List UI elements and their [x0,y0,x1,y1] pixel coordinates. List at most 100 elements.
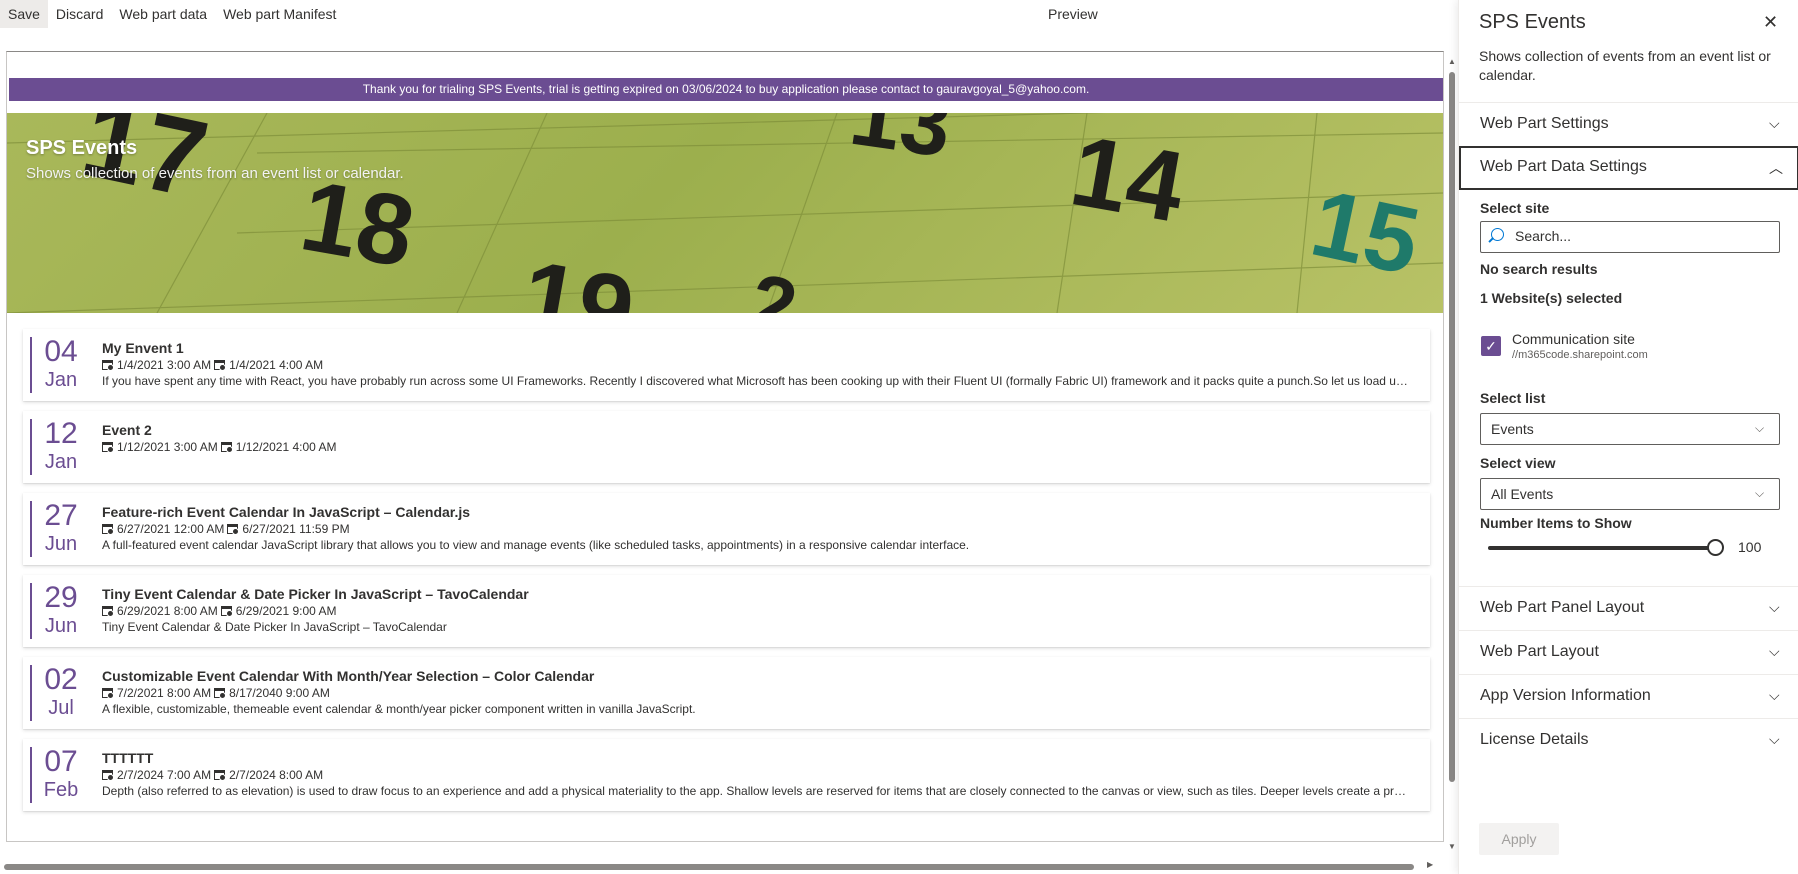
event-day: 27 [44,499,78,532]
group-label: Web Part Layout [1480,643,1599,660]
pane-title: SPS Events [1479,11,1586,33]
calendar-icon [220,442,233,453]
chevron-down-icon: ⌵ [1755,486,1765,500]
scroll-up-icon[interactable]: ▲ [1448,57,1456,66]
calendar-icon [102,606,114,617]
calendar-icon [102,442,114,453]
site-checkbox[interactable]: ✓ [1481,336,1501,356]
svg-text:2: 2 [744,257,803,313]
event-card[interactable]: 27 Jun Feature-rich Event Calendar In Java… [23,493,1430,565]
event-month: Jun [44,615,78,637]
event-end: 8/17/2040 9:00 AM [229,686,330,700]
event-time: 1/4/2021 3:00 AM 1/4/2021 4:00 AM [102,358,323,372]
pane-description: Shows collection of events from an event… [1479,48,1771,83]
hero-title: SPS Events [26,137,138,159]
event-end: 1/4/2021 4:00 AM [229,358,324,372]
calendar-icon [214,688,227,699]
event-end: 6/27/2021 11:59 PM [242,522,350,536]
calendar-icon [102,524,114,535]
date-accent-bar [30,665,32,721]
event-start: 6/27/2021 12:00 AM [117,522,225,536]
event-card[interactable]: 07 Feb TTTTTT 2/7/2024 7:00 AM 2/7/2024 8:00… [23,739,1430,811]
event-card[interactable]: 12 Jan Event 2 1/12/2021 3:00 AM 1/12/2021 4… [23,411,1430,483]
save-button[interactable]: Save [0,0,48,28]
group-panel-layout[interactable]: Web Part Panel Layout ⌵ [1459,586,1798,630]
webpart-canvas: Thank you for trialing SPS Events, trial… [6,51,1444,842]
event-time: 2/7/2024 7:00 AM 2/7/2024 8:00 AM [102,768,323,782]
event-time: 7/2/2021 8:00 AM 8/17/2040 9:00 AM [102,686,330,700]
items-slider-value: 100 [1738,539,1762,555]
group-label: App Version Information [1480,687,1651,704]
scroll-down-icon[interactable]: ▼ [1448,842,1456,851]
select-list-dropdown[interactable]: Events ⌵ [1480,413,1780,445]
chevron-down-icon: ⌵ [1769,643,1780,659]
event-title[interactable]: Tiny Event Calendar & Date Picker In Jav… [102,586,529,602]
group-license[interactable]: License Details ⌵ [1459,718,1798,762]
select-site-label: Select site [1480,200,1550,216]
preview-label: Preview [1048,6,1098,22]
items-slider-track[interactable] [1488,546,1713,550]
svg-text:15: 15 [1303,170,1428,296]
event-card[interactable]: 02 Jul Customizable Event Calendar With Mo… [23,657,1430,729]
vertical-scroll-thumb[interactable] [1449,72,1455,782]
close-icon[interactable]: ✕ [1763,12,1778,33]
select-view-value: All Events [1491,486,1554,502]
trial-banner: Thank you for trialing SPS Events, trial… [9,78,1443,101]
event-month: Jun [44,533,78,555]
calendar-icon [214,360,227,371]
select-list-value: Events [1491,421,1534,437]
items-slider-thumb[interactable] [1707,539,1724,556]
event-title[interactable]: Customizable Event Calendar With Month/Y… [102,668,594,684]
group-label: Web Part Panel Layout [1480,599,1645,616]
event-time: 6/29/2021 8:00 AM 6/29/2021 9:00 AM [102,604,337,618]
hero-subtitle: Shows collection of events from an event… [26,165,404,182]
chevron-down-icon: ⌵ [1769,731,1780,747]
group-webpart-settings[interactable]: Web Part Settings ⌵ [1459,102,1798,146]
select-view-dropdown[interactable]: All Events ⌵ [1480,478,1780,510]
calendar-icon [102,770,114,781]
event-description: Depth (also referred to as elevation) is… [102,784,1412,798]
site-url: //m365code.sharepoint.com [1512,349,1648,361]
webpart-manifest-button[interactable]: Web part Manifest [215,0,344,28]
event-start: 1/4/2021 3:00 AM [117,358,212,372]
horizontal-scroll-thumb[interactable] [4,864,1414,870]
event-description: A full-featured event calendar JavaScrip… [102,538,970,552]
event-month: Jul [48,697,74,719]
horizontal-scrollbar[interactable]: ▶ [0,860,1440,871]
chevron-up-icon: ︿ [1769,160,1783,176]
event-list: 04 Jan My Envent 1 1/4/2021 3:00 AM 1/4/2021… [23,329,1430,821]
select-view-label: Select view [1480,455,1556,471]
group-layout[interactable]: Web Part Layout ⌵ [1459,630,1798,674]
event-title[interactable]: Event 2 [102,422,152,438]
event-title[interactable]: TTTTTT [102,750,153,766]
site-name: Communication site [1512,331,1635,347]
items-to-show-label: Number Items to Show [1480,515,1632,531]
event-title[interactable]: My Envent 1 [102,340,184,356]
command-bar: Save Discard Web part data Web part Mani… [0,0,1458,28]
date-accent-bar [30,501,32,557]
group-data-settings[interactable]: Web Part Data Settings ︿ [1459,146,1798,190]
event-month: Feb [43,779,79,801]
group-label: Web Part Settings [1480,115,1609,132]
discard-button[interactable]: Discard [48,0,111,28]
site-search-box[interactable] [1480,221,1780,253]
no-results-text: No search results [1480,261,1598,277]
scroll-right-icon[interactable]: ▶ [1427,860,1433,869]
event-card[interactable]: 04 Jan My Envent 1 1/4/2021 3:00 AM 1/4/2021… [23,329,1430,401]
site-search-input[interactable] [1515,228,1765,244]
apply-button[interactable]: Apply [1479,823,1559,855]
event-month: Jan [44,369,78,391]
calendar-icon [214,770,227,781]
webpart-data-button[interactable]: Web part data [111,0,215,28]
date-accent-bar [30,419,32,475]
event-card[interactable]: 29 Jun Tiny Event Calendar & Date Picker I… [23,575,1430,647]
group-version-info[interactable]: App Version Information ⌵ [1459,674,1798,718]
event-start: 7/2/2021 8:00 AM [117,686,212,700]
date-accent-bar [30,747,32,803]
group-label: Web Part Data Settings [1480,158,1647,175]
event-title[interactable]: Feature-rich Event Calendar In JavaScrip… [102,504,470,520]
vertical-scrollbar[interactable]: ▲ ▼ [1447,57,1457,852]
select-list-label: Select list [1480,390,1546,406]
svg-text:13: 13 [844,113,957,177]
event-time: 6/27/2021 12:00 AM 6/27/2021 11:59 PM [102,522,350,536]
